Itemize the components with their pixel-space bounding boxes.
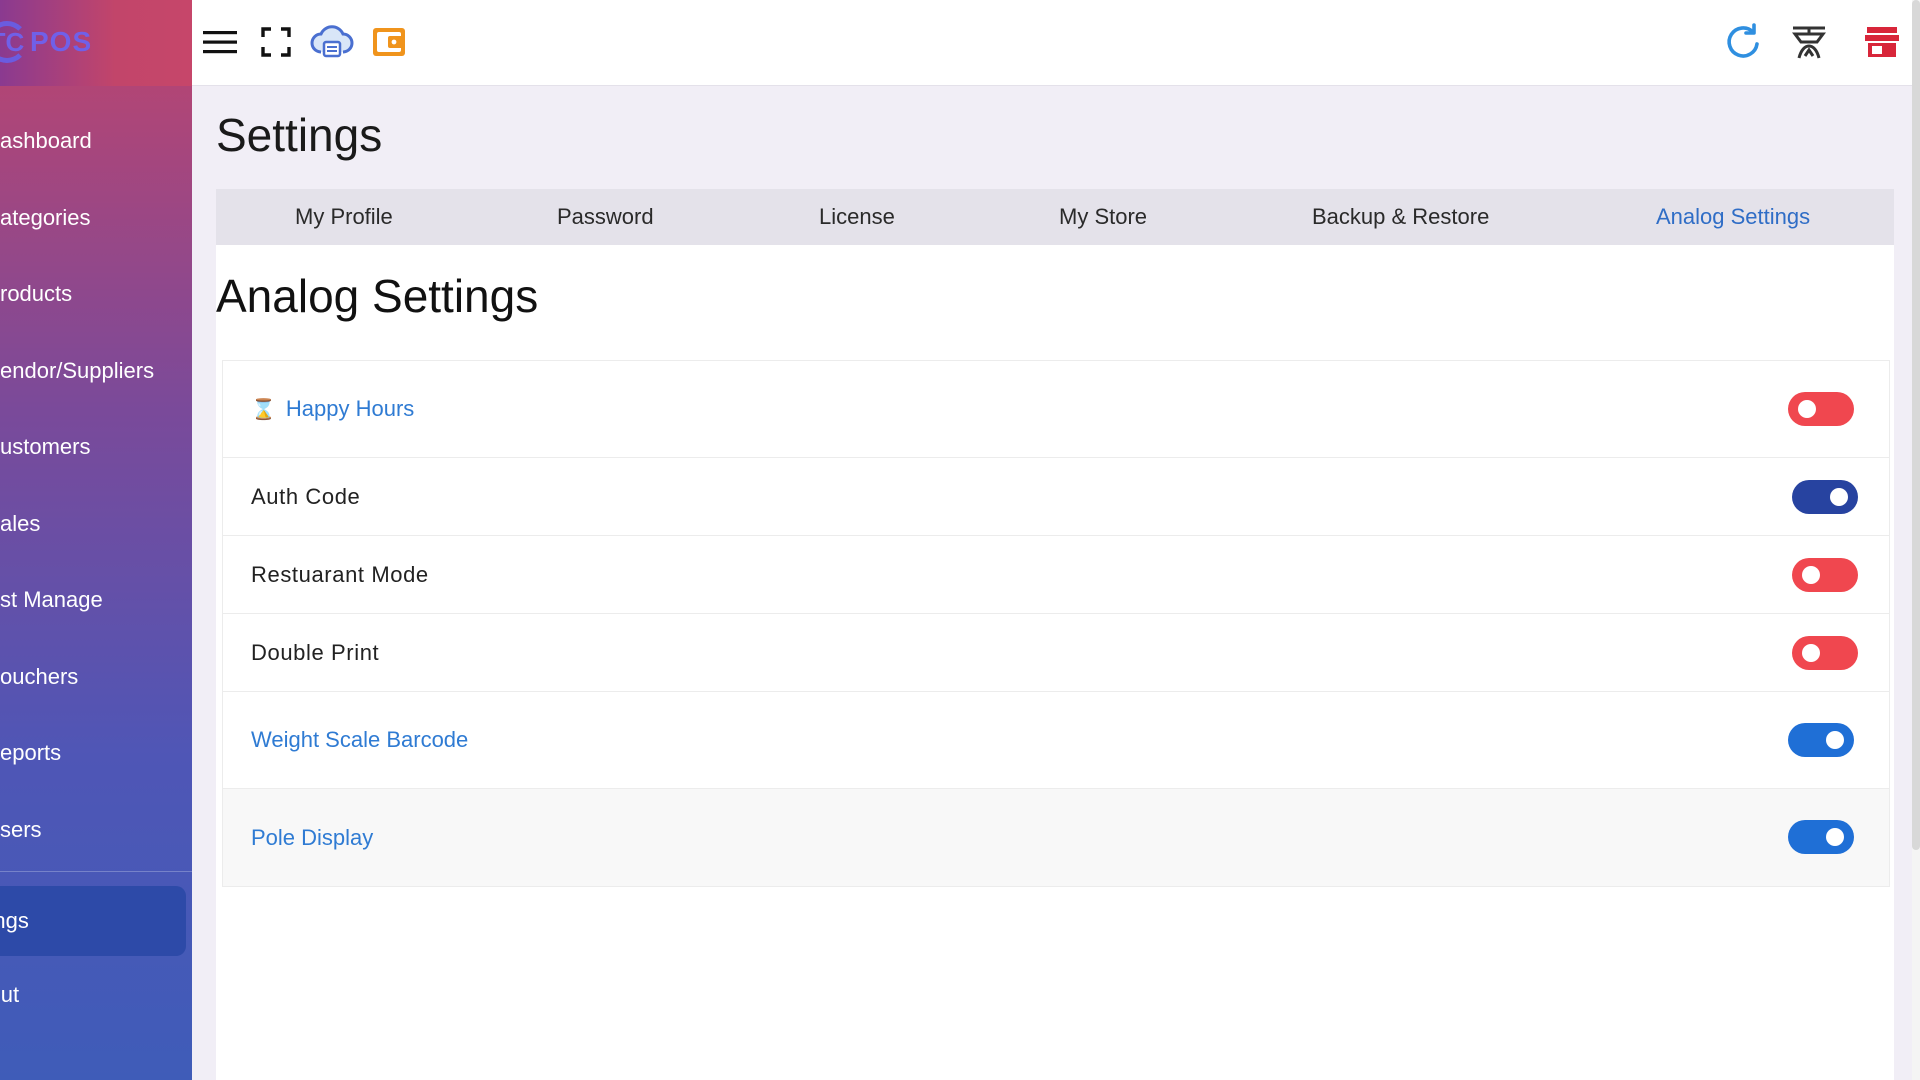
- app-logo[interactable]: TC POS: [0, 16, 92, 68]
- sidebar-item-label: ales: [0, 510, 41, 536]
- sidebar-item-reports[interactable]: eports: [0, 715, 192, 792]
- sidebar-item-vouchers[interactable]: ouchers: [0, 639, 192, 716]
- auth-code-toggle[interactable]: [1792, 480, 1858, 514]
- sidebar-nav: ashboard ategories roducts endor/Supplie…: [0, 103, 192, 868]
- list-item: Auth Code: [223, 458, 1889, 536]
- toggle-knob: [1826, 731, 1844, 749]
- toggle-knob: [1798, 400, 1816, 418]
- setting-label: Weight Scale Barcode: [251, 727, 469, 752]
- sidebar-item-sales[interactable]: ales: [0, 486, 192, 563]
- toggle-knob: [1802, 644, 1820, 662]
- settings-card: Analog Settings ⌛ Happy Hours Auth Code …: [216, 245, 1894, 1080]
- pole-display-toggle[interactable]: [1788, 820, 1854, 854]
- sidebar-item-label: ettings: [0, 908, 29, 933]
- weight-scale-barcode-toggle[interactable]: [1788, 723, 1854, 757]
- setting-label: Restuarant Mode: [251, 561, 429, 587]
- tab-password[interactable]: Password: [557, 189, 654, 245]
- scale-icon[interactable]: [1787, 20, 1831, 64]
- setting-label: Auth Code: [251, 483, 361, 509]
- sidebar-item-logout[interactable]: ogout: [0, 960, 19, 1030]
- setting-label: Double Print: [251, 639, 380, 665]
- section-title: Analog Settings: [216, 270, 539, 322]
- sidebar-item-dashboard[interactable]: ashboard: [0, 103, 192, 180]
- sidebar-divider: [0, 871, 192, 872]
- sidebar-item-label: ashboard: [0, 128, 92, 154]
- page-title: Settings: [216, 109, 383, 161]
- restaurant-mode-toggle[interactable]: [1792, 558, 1858, 592]
- tab-license[interactable]: License: [819, 189, 895, 245]
- top-bar: [192, 0, 1920, 86]
- happy-hours-toggle[interactable]: [1788, 392, 1854, 426]
- sidebar-item-label: ustomers: [0, 434, 91, 460]
- sidebar-item-customers[interactable]: ustomers: [0, 409, 192, 486]
- toggle-knob: [1802, 566, 1820, 584]
- logo-ring: TC: [0, 21, 28, 63]
- sidebar-item-list-manage[interactable]: st Manage: [0, 562, 192, 639]
- sidebar-item-vendors[interactable]: endor/Suppliers: [0, 333, 192, 410]
- logo-text: POS: [30, 26, 93, 57]
- sidebar-item-label: sers: [0, 816, 42, 842]
- double-print-toggle[interactable]: [1792, 636, 1858, 670]
- page-scrollbar[interactable]: [1912, 0, 1920, 1080]
- list-item: Weight Scale Barcode: [223, 692, 1889, 789]
- cloud-printer-icon[interactable]: [310, 20, 354, 64]
- fullscreen-icon[interactable]: [254, 20, 298, 64]
- setting-label: Happy Hours: [285, 396, 415, 421]
- logo-mark: TC: [0, 26, 25, 57]
- sidebar-item-label: ouchers: [0, 663, 79, 689]
- list-item: Pole Display: [223, 789, 1889, 886]
- setting-label: Pole Display: [251, 824, 374, 850]
- list-item: Double Print: [223, 614, 1889, 692]
- wallet-icon[interactable]: [368, 20, 412, 64]
- sidebar-item-label: ogout: [0, 982, 20, 1007]
- list-item: Restuarant Mode: [223, 536, 1889, 614]
- tab-backup-restore[interactable]: Backup & Restore: [1312, 189, 1489, 245]
- sidebar-item-products[interactable]: roducts: [0, 256, 192, 333]
- store-icon[interactable]: [1860, 20, 1904, 64]
- tab-analog-settings[interactable]: Analog Settings: [1656, 189, 1810, 245]
- list-item: ⌛ Happy Hours: [223, 361, 1889, 458]
- sidebar-item-label: roducts: [0, 281, 73, 307]
- toggle-knob: [1830, 488, 1848, 506]
- sidebar-item-label: eports: [0, 740, 62, 766]
- sidebar-item-label: st Manage: [0, 587, 103, 613]
- scrollbar-thumb[interactable]: [1912, 0, 1920, 850]
- settings-tabs: My Profile Password License My Store Bac…: [216, 189, 1894, 245]
- tab-my-profile[interactable]: My Profile: [295, 189, 393, 245]
- hourglass-icon: ⌛: [251, 398, 276, 421]
- sidebar-item-categories[interactable]: ategories: [0, 180, 192, 257]
- tab-my-store[interactable]: My Store: [1059, 189, 1147, 245]
- sidebar: TC POS ashboard ategories roducts endor/…: [0, 0, 192, 1080]
- sidebar-item-label: endor/Suppliers: [0, 357, 155, 383]
- refresh-icon[interactable]: [1722, 20, 1766, 64]
- menu-icon[interactable]: [198, 20, 242, 64]
- settings-list: ⌛ Happy Hours Auth Code Restuarant Mode …: [222, 360, 1890, 887]
- toggle-knob: [1826, 828, 1844, 846]
- sidebar-item-settings[interactable]: ettings: [0, 886, 186, 956]
- sidebar-item-label: ategories: [0, 204, 91, 230]
- sidebar-item-users[interactable]: sers: [0, 792, 192, 869]
